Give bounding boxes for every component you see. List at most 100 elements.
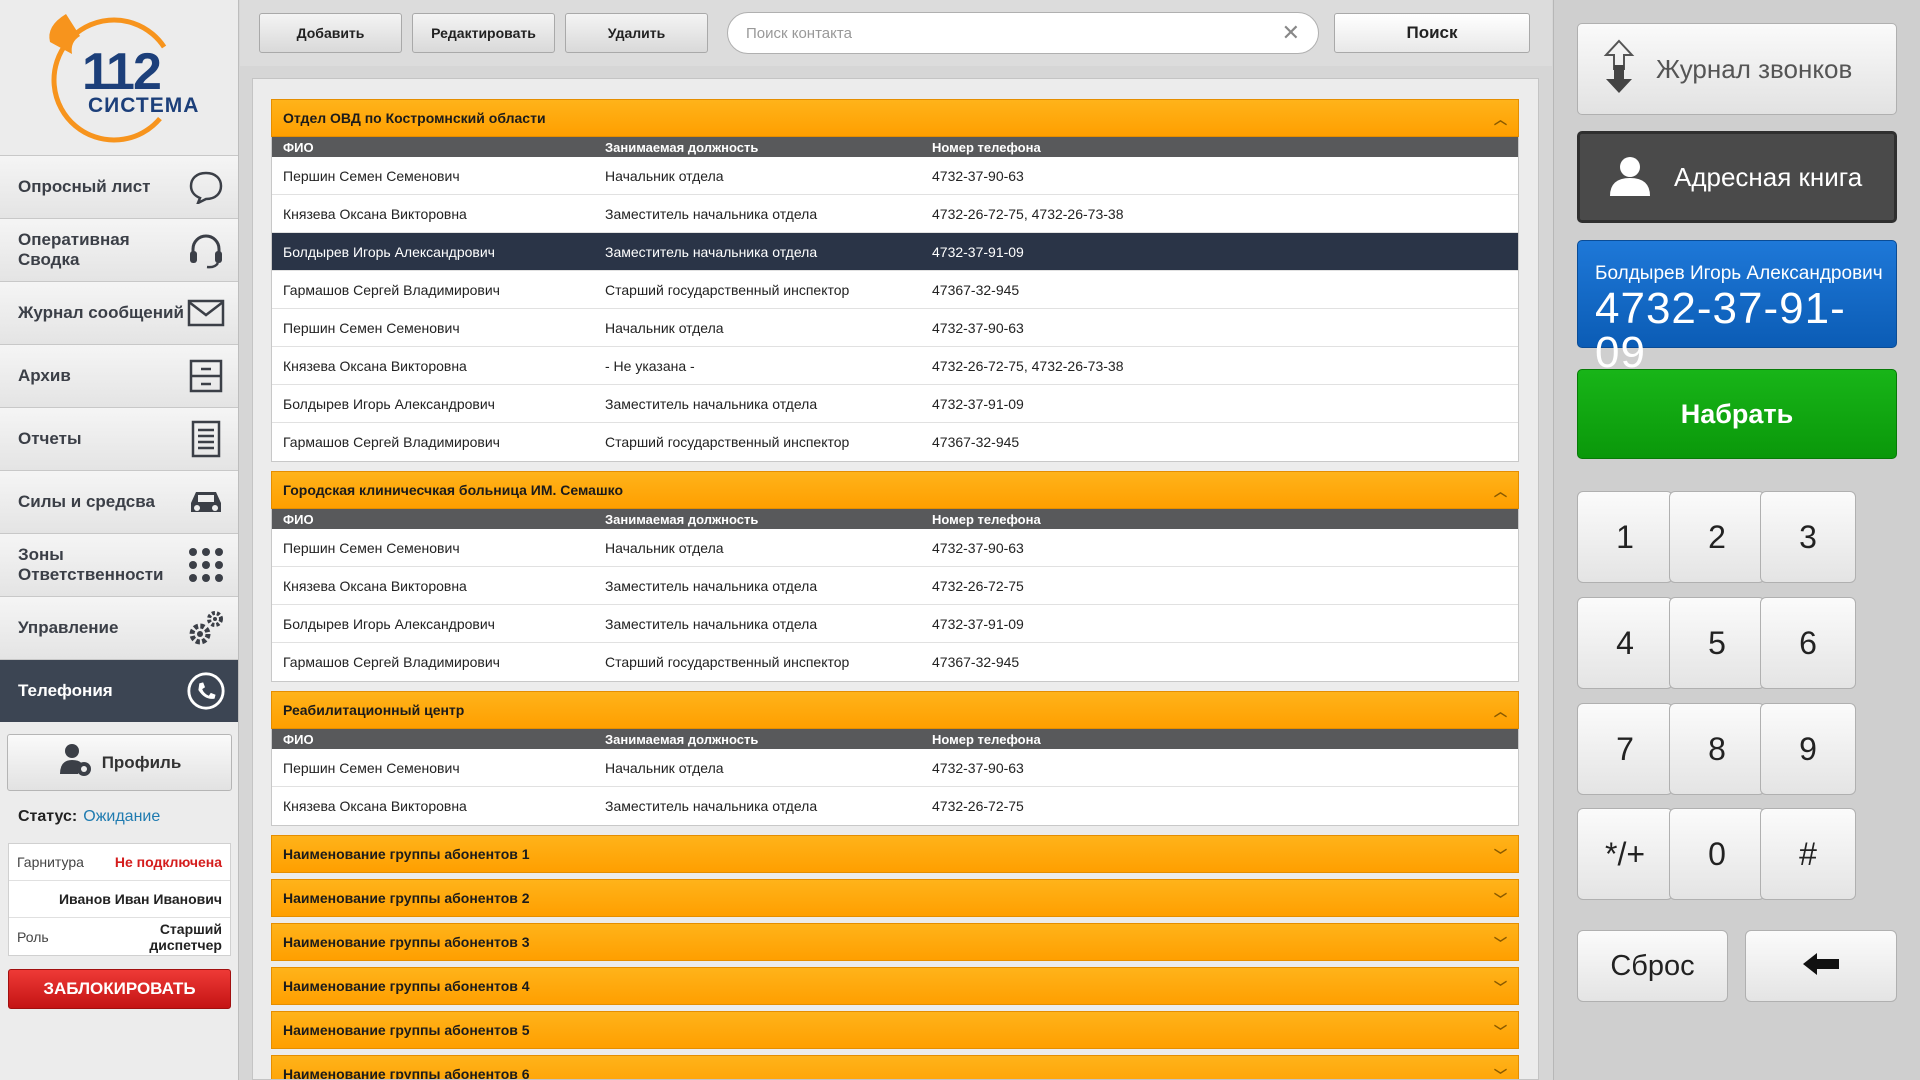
nav-item-archive[interactable]: Архив: [0, 344, 238, 407]
keypad-key[interactable]: 2: [1669, 491, 1765, 583]
role-key: Роль: [17, 928, 49, 945]
keypad-key[interactable]: 0: [1669, 808, 1765, 900]
table-row[interactable]: Гармашов Сергей Владимирович Старший госу…: [272, 643, 1518, 681]
keypad-key[interactable]: 8: [1669, 703, 1765, 795]
edit-button[interactable]: Редактировать: [412, 13, 555, 53]
cell-phone: 4732-26-72-75, 4732-26-73-38: [932, 357, 1124, 374]
group-header[interactable]: Городская клиничесчкая больница ИМ. Сема…: [271, 471, 1519, 509]
block-button[interactable]: ЗАБЛОКИРОВАТЬ: [8, 969, 231, 1009]
delete-button[interactable]: Удалить: [565, 13, 708, 53]
nav-item-telephony[interactable]: Телефония: [0, 659, 238, 722]
table-row[interactable]: Першин Семен Семенович Начальник отдела 47…: [272, 157, 1518, 195]
group-header-collapsed[interactable]: Наименование группы абонентов 2 ﹀: [271, 879, 1519, 917]
chevron-down-icon: ﹀: [1493, 847, 1507, 863]
column-header-position: Занимаемая должность: [605, 731, 759, 747]
keypad-key[interactable]: 3: [1760, 491, 1856, 583]
cell-name: Гармашов Сергей Владимирович: [283, 654, 500, 670]
nav-item-zones[interactable]: Зоны Ответственности: [0, 533, 238, 596]
group-title: Наименование группы абонентов 1: [283, 846, 530, 862]
cell-phone: 4732-37-90-63: [932, 319, 1024, 336]
column-header-name: ФИО: [283, 139, 314, 155]
table-row[interactable]: Болдырев Игорь Александрович Заместитель …: [272, 233, 1518, 271]
cell-phone: 4732-37-90-63: [932, 759, 1024, 776]
nav-item-summary[interactable]: Оперативная Сводка: [0, 218, 238, 281]
backspace-button[interactable]: [1745, 930, 1897, 1002]
cell-phone: 4732-37-91-09: [932, 615, 1024, 632]
status-line: Статус: Ожидание: [18, 808, 160, 826]
archive-icon: [186, 356, 226, 396]
call-log-button[interactable]: Журнал звонков: [1577, 23, 1897, 115]
operator-info: Гарнитура Не подключена Иванов Иван Иван…: [8, 843, 231, 956]
table-column-headers: ФИО Занимаемая должность Номер телефона: [272, 509, 1518, 529]
group-title: Городская клиничесчкая больница ИМ. Сема…: [283, 482, 624, 498]
nav-item-messages[interactable]: Журнал сообщений: [0, 281, 238, 344]
search-button[interactable]: Поиск: [1334, 13, 1530, 53]
table-row[interactable]: Князева Оксана Викторовна Заместитель нач…: [272, 787, 1518, 825]
table-row[interactable]: Першин Семен Семенович Начальник отдела 47…: [272, 309, 1518, 347]
table-column-headers: ФИО Занимаемая должность Номер телефона: [272, 137, 1518, 157]
chevron-down-icon: ﹀: [1493, 1067, 1507, 1080]
profile-button[interactable]: Профиль: [7, 734, 232, 791]
dial-button-label: Набрать: [1680, 398, 1794, 429]
keypad-key[interactable]: #: [1760, 808, 1856, 900]
group-header[interactable]: Реабилитационный центр ︿: [271, 691, 1519, 729]
reset-button[interactable]: Сброс: [1577, 930, 1728, 1002]
search-input[interactable]: [746, 24, 1282, 42]
group-header-collapsed[interactable]: Наименование группы абонентов 1 ﹀: [271, 835, 1519, 873]
group-title: Наименование группы абонентов 4: [283, 978, 530, 994]
cell-name: Гармашов Сергей Владимирович: [283, 281, 500, 298]
nav-item-reports[interactable]: Отчеты: [0, 407, 238, 470]
nav-item-survey[interactable]: Опросный лист: [0, 155, 238, 218]
table-row[interactable]: Гармашов Сергей Владимирович Старший госу…: [272, 271, 1518, 309]
cell-name: Гармашов Сергей Владимирович: [283, 434, 500, 450]
table-row[interactable]: Князева Оксана Викторовна - Не указана - 4…: [272, 347, 1518, 385]
group-header-collapsed[interactable]: Наименование группы абонентов 5 ﹀: [271, 1011, 1519, 1049]
keypad-key[interactable]: 1: [1577, 491, 1673, 583]
nav-label: Отчеты: [18, 429, 82, 448]
table-row[interactable]: Першин Семен Семенович Начальник отдела 47…: [272, 749, 1518, 787]
group-title: Наименование группы абонентов 2: [283, 890, 530, 906]
clear-icon[interactable]: ✕: [1282, 20, 1300, 46]
table-row[interactable]: Князева Оксана Викторовна Заместитель нач…: [272, 567, 1518, 605]
cell-phone: 4732-37-91-09: [932, 395, 1024, 412]
keypad-key[interactable]: 7: [1577, 703, 1673, 795]
cell-position: Заместитель начальника отдела: [605, 243, 818, 260]
keypad-key[interactable]: 6: [1760, 597, 1856, 689]
profile-button-label: Профиль: [101, 752, 182, 772]
cell-phone: 4732-37-90-63: [932, 167, 1024, 184]
table-row[interactable]: Болдырев Игорь Александрович Заместитель …: [272, 385, 1518, 423]
add-button[interactable]: Добавить: [259, 13, 402, 53]
keypad-key[interactable]: 5: [1669, 597, 1765, 689]
cell-position: Начальник отдела: [605, 319, 724, 336]
cell-position: Заместитель начальника отдела: [605, 615, 818, 632]
group-title: Отдел ОВД по Костромнский области: [283, 110, 546, 126]
group-header-collapsed[interactable]: Наименование группы абонентов 4 ﹀: [271, 967, 1519, 1005]
table-row[interactable]: Першин Семен Семенович Начальник отдела 47…: [272, 529, 1518, 567]
cell-name: Першин Семен Семенович: [283, 539, 460, 556]
dialer-panel: Журнал звонков Адресная книга Болдырев И…: [1553, 0, 1920, 1080]
chevron-down-icon: ﹀: [1493, 891, 1507, 907]
status-label: Статус:: [18, 808, 78, 825]
group-header[interactable]: Отдел ОВД по Костромнский области ︿: [271, 99, 1519, 137]
groups-container: Отдел ОВД по Костромнский области ︿ ФИО Зан…: [271, 99, 1519, 1080]
table-row[interactable]: Гармашов Сергей Владимирович Старший госу…: [272, 423, 1518, 461]
user-row: Иванов Иван Иванович: [9, 881, 230, 918]
table-row[interactable]: Болдырев Игорь Александрович Заместитель …: [272, 605, 1518, 643]
keypad-key[interactable]: */+: [1577, 808, 1673, 900]
backspace-arrow-icon: [1801, 951, 1841, 982]
dial-button[interactable]: Набрать: [1577, 369, 1897, 459]
group-header-collapsed[interactable]: Наименование группы абонентов 3 ﹀: [271, 923, 1519, 961]
nav-item-management[interactable]: Управление: [0, 596, 238, 659]
table-row[interactable]: Князева Оксана Викторовна Заместитель нач…: [272, 195, 1518, 233]
keypad-key[interactable]: 9: [1760, 703, 1856, 795]
contact-list: Отдел ОВД по Костромнский области ︿ ФИО Зан…: [252, 78, 1539, 1080]
keypad-key[interactable]: 4: [1577, 597, 1673, 689]
group-header-collapsed[interactable]: Наименование группы абонентов 6 ﹀: [271, 1055, 1519, 1080]
address-book-button[interactable]: Адресная книга: [1577, 131, 1897, 223]
chevron-up-icon: ︿: [1493, 703, 1507, 719]
search-box: ✕: [727, 12, 1319, 54]
logo-number: 112: [82, 43, 162, 101]
nav-item-forces[interactable]: Силы и средсва: [0, 470, 238, 533]
group-title: Реабилитационный центр: [283, 702, 465, 718]
selected-contact-phone: 4732-37-91-09: [1595, 284, 1846, 377]
